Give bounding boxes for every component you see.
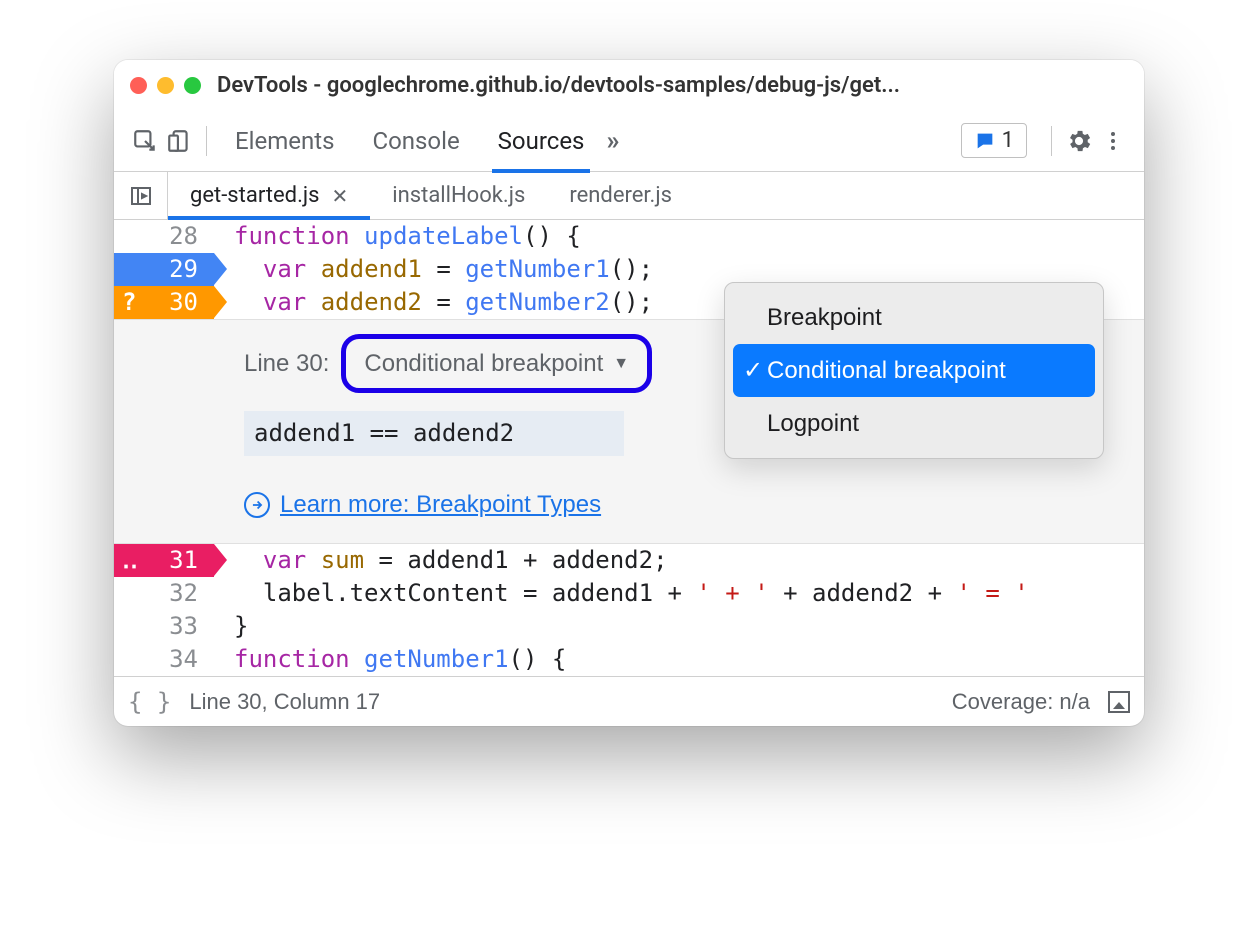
coverage-status: Coverage: n/a — [952, 689, 1090, 715]
drawer-toggle-icon[interactable] — [1108, 691, 1130, 713]
line-number-gutter[interactable]: 31‥ — [114, 544, 214, 577]
file-tab-label: installHook.js — [392, 183, 525, 208]
code-line[interactable]: 31‥ var sum = addend1 + addend2; — [114, 544, 1144, 577]
source-text[interactable]: label.textContent = addend1 + ' + ' + ad… — [214, 577, 1144, 610]
devtools-window: DevTools - googlechrome.github.io/devtoo… — [114, 60, 1144, 726]
status-bar: { } Line 30, Column 17 Coverage: n/a — [114, 676, 1144, 726]
code-line[interactable]: 28function updateLabel() { — [114, 220, 1144, 253]
menu-item-breakpoint[interactable]: Breakpoint — [733, 291, 1095, 344]
minimize-window-button[interactable] — [157, 77, 174, 94]
breakpoint-condition-input[interactable]: addend1 == addend2 — [244, 411, 624, 456]
file-tabs: get-started.js ✕ installHook.js renderer… — [114, 172, 1144, 220]
line-number-gutter[interactable]: 29 — [114, 253, 214, 286]
tab-sources[interactable]: Sources — [498, 110, 585, 172]
line-number-gutter[interactable]: 28 — [114, 220, 214, 253]
file-tab-get-started[interactable]: get-started.js ✕ — [168, 172, 370, 219]
code-line[interactable]: 33} — [114, 610, 1144, 643]
file-tab-label: renderer.js — [569, 183, 672, 208]
source-text[interactable]: function getNumber1() { — [214, 643, 1144, 676]
separator — [206, 126, 207, 156]
menu-item-logpoint[interactable]: Logpoint — [733, 397, 1095, 450]
breakpoint-type-dropdown[interactable]: Conditional breakpoint ▼ — [341, 334, 652, 393]
line-number-gutter[interactable]: 33 — [114, 610, 214, 643]
source-text[interactable]: } — [214, 610, 1144, 643]
issues-badge[interactable]: 1 — [961, 123, 1027, 158]
breakpoint-editor: Line 30: Conditional breakpoint ▼ Breakp… — [114, 319, 1144, 544]
code-line[interactable]: 34function getNumber1() { — [114, 643, 1144, 676]
source-text[interactable]: var sum = addend1 + addend2; — [214, 544, 1144, 577]
main-toolbar: Elements Console Sources » 1 — [114, 110, 1144, 172]
panel-tabs: Elements Console Sources — [235, 110, 584, 172]
close-tab-icon[interactable]: ✕ — [332, 184, 349, 208]
menu-item-conditional-breakpoint[interactable]: Conditional breakpoint — [733, 344, 1095, 397]
tab-console[interactable]: Console — [372, 110, 459, 172]
file-tab-renderer[interactable]: renderer.js — [547, 172, 694, 219]
learn-more-text: Learn more: Breakpoint Types — [280, 488, 601, 521]
breakpoint-type-value: Conditional breakpoint — [364, 347, 603, 380]
line-number-gutter[interactable]: 34 — [114, 643, 214, 676]
inspect-element-icon[interactable] — [128, 124, 162, 158]
window-controls — [130, 77, 201, 94]
file-tab-label: get-started.js — [190, 183, 320, 208]
maximize-window-button[interactable] — [184, 77, 201, 94]
cursor-position: Line 30, Column 17 — [189, 689, 380, 715]
learn-more-link[interactable]: Learn more: Breakpoint Types — [244, 488, 1144, 521]
breakpoint-type-menu: Breakpoint Conditional breakpoint Logpoi… — [724, 282, 1104, 459]
device-toolbar-icon[interactable] — [162, 124, 196, 158]
separator — [1051, 126, 1052, 156]
window-title: DevTools - googlechrome.github.io/devtoo… — [217, 73, 1128, 98]
source-text[interactable]: function updateLabel() { — [214, 220, 1144, 253]
message-icon — [974, 130, 996, 152]
tabs-overflow-icon[interactable]: » — [606, 126, 619, 156]
titlebar: DevTools - googlechrome.github.io/devtoo… — [114, 60, 1144, 110]
more-menu-icon[interactable] — [1096, 124, 1130, 158]
issues-count: 1 — [1002, 128, 1014, 153]
line-number-gutter[interactable]: 30? — [114, 286, 214, 319]
line-number-gutter[interactable]: 32 — [114, 577, 214, 610]
tab-elements[interactable]: Elements — [235, 110, 334, 172]
navigator-toggle-icon[interactable] — [114, 172, 168, 219]
chevron-down-icon: ▼ — [613, 347, 629, 380]
file-tab-installhook[interactable]: installHook.js — [370, 172, 547, 219]
close-window-button[interactable] — [130, 77, 147, 94]
breakpoint-line-label: Line 30: — [244, 347, 329, 380]
settings-icon[interactable] — [1062, 124, 1096, 158]
pretty-print-icon[interactable]: { } — [128, 688, 171, 716]
code-line[interactable]: 32 label.textContent = addend1 + ' + ' +… — [114, 577, 1144, 610]
arrow-circle-icon — [244, 492, 270, 518]
source-editor[interactable]: 28function updateLabel() {29 var addend1… — [114, 220, 1144, 676]
